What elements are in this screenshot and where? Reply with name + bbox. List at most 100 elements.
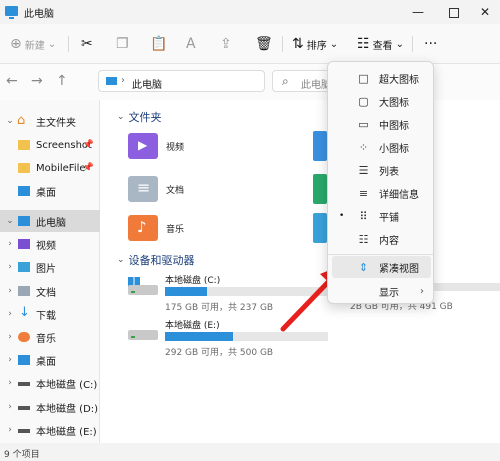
sidebar-item-desktop[interactable]: › 桌面 — [0, 349, 100, 371]
view-icon: ☷ — [357, 36, 370, 52]
sidebar-item-documents[interactable]: › 文档 — [0, 280, 100, 302]
chevron-right-icon[interactable]: › — [4, 425, 16, 435]
sidebar-item-label: 桌面 — [36, 187, 56, 199]
picture-icon — [18, 262, 30, 272]
sidebar-item-label: 此电脑 — [36, 217, 66, 229]
sidebar-item-videos[interactable]: › 视频 — [0, 233, 100, 255]
sidebar-item-music[interactable]: › 音乐 — [0, 326, 100, 348]
maximize-button[interactable] — [438, 2, 468, 22]
rename-button[interactable]: A — [186, 33, 196, 55]
chevron-down-icon[interactable]: ⌄ — [4, 116, 16, 126]
sidebar-item-mobilefile[interactable]: MobileFile 📌 — [0, 157, 100, 179]
share-button[interactable]: ⇪ — [220, 33, 232, 55]
folder-item-partial[interactable] — [313, 131, 327, 161]
folder-item-videos[interactable]: 视频 — [128, 131, 184, 161]
cut-button[interactable]: ✂ — [81, 33, 93, 55]
menu-item-show[interactable]: 显示 › — [332, 280, 431, 302]
chevron-right-icon[interactable]: › — [4, 332, 16, 342]
chevron-right-icon[interactable]: › — [4, 262, 16, 272]
address-bar[interactable]: › 此电脑 ⌄ ↻ — [98, 70, 352, 92]
folders-section-header[interactable]: ⌄ 文件夹 — [117, 109, 162, 125]
breadcrumb[interactable]: 此电脑 — [132, 76, 162, 91]
disk-icon — [18, 382, 30, 386]
chevron-down-icon: ⌄ — [47, 38, 57, 50]
more-icon: ··· — [424, 36, 438, 52]
sidebar-item-label: 下载 — [36, 310, 56, 322]
drive-icon — [128, 277, 158, 297]
sidebar-item-label: 桌面 — [36, 356, 56, 368]
view-menu: □ 超大图标 ▢ 大图标 ▭ 中图标 ⁘ 小图标 ☰ 列表 ≡ 详细信息 • ⠿… — [327, 61, 434, 304]
sidebar-item-label: 音乐 — [36, 333, 56, 345]
sidebar-item-this-pc[interactable]: ⌄ 此电脑 — [0, 210, 100, 232]
sort-icon: ⇅ — [292, 36, 304, 52]
menu-item-large-icons[interactable]: ▢ 大图标 — [332, 90, 431, 112]
folder-item-documents[interactable]: 文档 — [128, 174, 184, 204]
minimize-button[interactable]: — — [403, 2, 433, 22]
paste-button[interactable]: 📋 — [150, 33, 167, 55]
back-button[interactable]: ← — [6, 73, 18, 89]
details-icon: ≡ — [358, 186, 369, 200]
new-label: 新建 — [24, 40, 45, 52]
sidebar-item-desktop-quick[interactable]: 桌面 — [0, 180, 100, 202]
share-icon: ⇪ — [220, 36, 232, 52]
sidebar-item-disk-c[interactable]: › 本地磁盘 (C:) — [0, 372, 100, 394]
chevron-down-icon: ⌄ — [395, 38, 404, 50]
new-button[interactable]: ⊕ 新建 ⌄ — [10, 33, 56, 55]
sidebar-item-disk-d[interactable]: › 本地磁盘 (D:) — [0, 396, 100, 418]
folder-item-music[interactable]: 音乐 — [128, 213, 184, 243]
video-icon — [18, 239, 30, 249]
chevron-down-icon: ⌄ — [117, 255, 125, 265]
close-button[interactable]: ✕ — [470, 2, 500, 22]
chevron-right-icon[interactable]: › — [4, 286, 16, 296]
breadcrumb-chevron-icon[interactable]: › — [121, 75, 125, 86]
chevron-down-icon: ⌄ — [117, 112, 125, 122]
menu-item-tiles[interactable]: • ⠿ 平铺 — [332, 205, 431, 227]
sidebar-item-label: 本地磁盘 (D:) — [36, 403, 99, 415]
delete-button[interactable]: 🗑 — [255, 33, 273, 55]
forward-button[interactable]: → — [31, 73, 43, 89]
chevron-right-icon[interactable]: › — [4, 239, 16, 249]
sidebar-item-screenshot[interactable]: Screenshot 📌 — [0, 134, 100, 156]
menu-item-extra-large-icons[interactable]: □ 超大图标 — [332, 67, 431, 89]
copy-button[interactable]: ❐ — [116, 33, 129, 55]
chevron-right-icon[interactable]: › — [4, 309, 16, 319]
drive-usage-fill — [165, 287, 208, 296]
folder-item-partial[interactable] — [313, 213, 327, 243]
menu-item-list[interactable]: ☰ 列表 — [332, 159, 431, 181]
menu-item-small-icons[interactable]: ⁘ 小图标 — [332, 136, 431, 158]
title-bar: 此电脑 — ✕ — [0, 0, 500, 24]
delete-icon: 🗑 — [255, 36, 273, 52]
toolbar-divider — [412, 36, 413, 52]
sidebar-item-label: 本地磁盘 (C:) — [36, 379, 98, 391]
medium-icons-icon: ▭ — [358, 117, 369, 131]
video-folder-icon — [128, 133, 158, 159]
pc-icon — [5, 6, 18, 19]
disk-icon — [18, 429, 30, 433]
chevron-right-icon[interactable]: › — [4, 355, 16, 365]
music-folder-icon — [128, 215, 158, 241]
up-button[interactable]: ↑ — [56, 73, 68, 89]
chevron-down-icon[interactable]: ⌄ — [4, 216, 16, 226]
sidebar-item-disk-e[interactable]: › 本地磁盘 (E:) — [0, 419, 100, 441]
drives-section-header[interactable]: ⌄ 设备和驱动器 — [117, 252, 195, 268]
chevron-right-icon[interactable]: › — [4, 378, 16, 388]
sidebar-item-label: 主文件夹 — [36, 117, 76, 129]
more-options-button[interactable]: ··· — [424, 33, 437, 55]
sidebar-item-home[interactable]: ⌄ 主文件夹 — [0, 110, 100, 132]
folder-label: 文档 — [166, 185, 185, 196]
search-input[interactable]: ⌕ 此电脑 — [272, 70, 332, 92]
toolbar-divider — [282, 36, 283, 52]
sidebar-item-pictures[interactable]: › 图片 — [0, 256, 100, 278]
menu-item-compact-view[interactable]: ⇕ 紧凑视图 — [332, 256, 431, 278]
sidebar-item-downloads[interactable]: › 下载 — [0, 303, 100, 325]
pc-icon — [18, 216, 30, 226]
sort-button[interactable]: ⇅ 排序 ⌄ — [292, 33, 338, 55]
chevron-right-icon[interactable]: › — [4, 402, 16, 412]
folder-label: 音乐 — [166, 224, 185, 235]
menu-item-details[interactable]: ≡ 详细信息 — [332, 182, 431, 204]
folder-item-partial[interactable] — [313, 174, 327, 204]
view-button[interactable]: ☷ 查看 ⌄ — [357, 33, 404, 55]
list-icon: ☰ — [358, 163, 369, 177]
menu-item-content[interactable]: ☷ 内容 — [332, 228, 431, 250]
menu-item-medium-icons[interactable]: ▭ 中图标 — [332, 113, 431, 135]
